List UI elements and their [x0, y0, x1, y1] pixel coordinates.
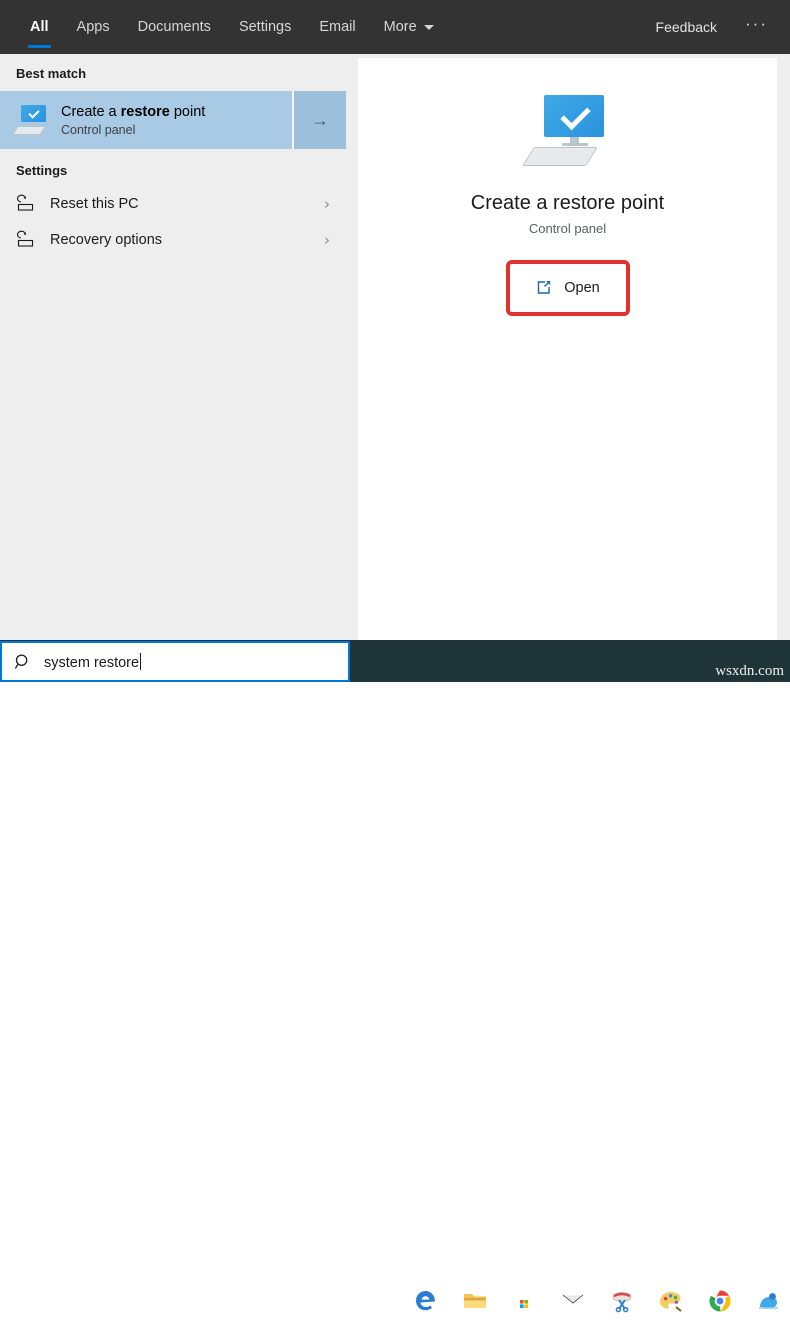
watermark: wsxdn.com — [715, 663, 784, 679]
best-match-text: Create a restore point Control panel — [61, 103, 205, 138]
best-match-header: Best match — [16, 66, 87, 81]
chevron-right-icon: › — [324, 231, 330, 249]
edge-button[interactable] — [401, 1280, 450, 1322]
search-flyout: All Apps Documents Settings Email More F… — [0, 0, 790, 640]
file-explorer-icon — [463, 1294, 486, 1308]
preview-title: Create a restore point — [470, 192, 665, 214]
tab-settings[interactable]: Settings — [225, 0, 305, 54]
windows-search-screen: All Apps Documents Settings Email More F… — [0, 0, 790, 1313]
tab-documents-label: Documents — [137, 19, 211, 35]
open-button-highlight: Open — [505, 260, 630, 316]
snipping-tool-button[interactable] — [597, 1280, 646, 1322]
external-link-icon — [538, 281, 551, 294]
best-match-expand-button[interactable]: → — [292, 91, 346, 149]
best-match-result[interactable]: Create a restore point Control panel → — [0, 91, 346, 149]
more-options-icon[interactable]: ··· — [737, 10, 776, 44]
file-explorer-button[interactable] — [450, 1280, 499, 1322]
preview-content: Create a restore point Control panel Ope… — [358, 58, 777, 316]
recovery-icon — [17, 230, 34, 247]
filter-tabs: All Apps Documents Settings Email More — [16, 0, 448, 54]
arrow-right-icon: → — [311, 109, 329, 130]
tab-email[interactable]: Email — [305, 0, 369, 54]
mail-button[interactable] — [548, 1280, 597, 1322]
task-view-button[interactable] — [352, 1280, 401, 1322]
preview-icon-wrap — [358, 84, 777, 180]
active-tab-underline — [28, 45, 51, 48]
recovery-icon — [17, 194, 34, 211]
results-column: Best match Create a restore point Contro… — [0, 54, 346, 640]
preview-panel: Create a restore point Control panel Ope… — [358, 58, 777, 640]
paint-button[interactable] — [646, 1280, 695, 1322]
settings-header: Settings — [16, 163, 68, 178]
app-icon — [758, 1293, 778, 1309]
best-match-subtitle: Control panel — [61, 122, 136, 137]
app-button[interactable] — [744, 1280, 790, 1322]
tab-settings-label: Settings — [238, 19, 292, 35]
search-input[interactable]: system restore — [0, 641, 350, 682]
tab-documents[interactable]: Documents — [124, 0, 225, 54]
title-prefix: Create a — [61, 103, 121, 120]
preview-subtitle: Control panel — [528, 221, 607, 236]
list-item-label: Recovery options — [50, 232, 163, 248]
microsoft-store-button[interactable] — [499, 1280, 548, 1322]
title-highlight: restore — [120, 103, 170, 120]
chevron-down-icon — [423, 24, 434, 30]
paint-icon — [659, 1292, 682, 1312]
tab-more[interactable]: More — [370, 0, 448, 54]
tab-apps-label: Apps — [76, 19, 110, 35]
list-item-recovery-options[interactable]: Recovery options › — [0, 222, 346, 258]
best-match-content: Create a restore point Control panel — [0, 91, 292, 149]
preview-actions: Open — [358, 260, 777, 316]
taskbar-icons — [352, 1280, 790, 1322]
task-view-icon — [366, 1295, 385, 1307]
tab-all-label: All — [30, 19, 49, 35]
tab-more-label: More — [383, 19, 417, 35]
snipping-tool-icon — [612, 1292, 631, 1313]
chrome-icon — [709, 1290, 730, 1312]
search-header: All Apps Documents Settings Email More F… — [0, 0, 790, 54]
feedback-button[interactable]: Feedback — [646, 13, 727, 41]
monitor-restore-icon — [12, 105, 48, 135]
tab-email-label: Email — [319, 19, 356, 35]
chrome-button[interactable] — [695, 1280, 744, 1322]
open-button[interactable]: Open — [512, 267, 623, 309]
list-item-label: Reset this PC — [50, 196, 139, 212]
search-input-value: system restore — [44, 652, 142, 671]
microsoft-store-icon — [515, 1289, 532, 1310]
mail-icon — [561, 1294, 584, 1308]
chevron-right-icon: › — [324, 195, 330, 213]
header-actions: Feedback ··· — [646, 0, 776, 54]
search-value-text: system restore — [44, 654, 140, 671]
tab-all[interactable]: All — [16, 0, 63, 54]
monitor-restore-icon — [521, 95, 610, 169]
list-item-reset-this-pc[interactable]: Reset this PC › — [0, 186, 346, 222]
search-icon — [14, 653, 28, 669]
open-button-label: Open — [564, 280, 600, 296]
edge-icon — [415, 1291, 435, 1311]
tab-apps[interactable]: Apps — [63, 0, 124, 54]
text-cursor — [140, 652, 142, 670]
best-match-title: Create a restore point — [61, 103, 205, 121]
title-suffix: point — [169, 103, 206, 120]
